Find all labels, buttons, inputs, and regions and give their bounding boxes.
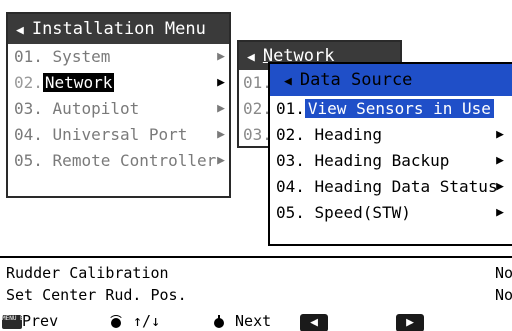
right-triangle-icon: ▶ [217, 49, 225, 64]
item-label: System [52, 47, 111, 66]
set-center-label: Set Center Rud. Pos. [6, 286, 187, 304]
item-number: 04. [14, 125, 43, 144]
menu-item-view-sensors-in-use[interactable]: 01. View Sensors in Use ▶ [270, 96, 512, 122]
data-source-menu-title-label: Data Source [299, 70, 413, 90]
item-label: Autopilot [52, 99, 140, 118]
item-number: 05. [14, 151, 43, 170]
left-triangle-key-icon: ◀ [300, 314, 328, 331]
item-number: 03. [14, 99, 43, 118]
menu-item-heading-backup[interactable]: 03. Heading Backup ▶ [270, 148, 512, 174]
back-triangle-icon[interactable]: ◀ [16, 23, 24, 38]
rotary-knob-icon [108, 314, 124, 329]
right-triangle-icon: ▶ [217, 101, 225, 116]
footer-bar: MENU ESCPrev ↑/↓ Next ◀ ▶ [0, 312, 512, 331]
right-key-hint[interactable]: ▶ [396, 312, 424, 331]
installation-menu-title-label: Installation Menu [31, 19, 206, 39]
set-center-row: Set Center Rud. Pos. No [6, 286, 512, 304]
rudder-calibration-row: Rudder Calibration No [6, 264, 512, 282]
prev-hint[interactable]: MENU ESCPrev [2, 312, 58, 331]
back-triangle-icon[interactable]: ◀ [284, 74, 292, 89]
right-triangle-icon: ▶ [217, 75, 225, 90]
item-number: 05. [276, 203, 305, 222]
right-triangle-key-icon: ▶ [396, 314, 424, 331]
item-number: 02. [14, 73, 43, 92]
item-number: 01. [276, 99, 305, 118]
item-label: Remote Controller [52, 151, 217, 170]
menu-item-universal-port[interactable]: 04. Universal Port ▶ [8, 122, 229, 148]
prev-label: Prev [22, 312, 59, 330]
item-label: Speed(STW) [314, 203, 411, 222]
menu-item-speed-stw[interactable]: 05. Speed(STW) ▶ [270, 200, 512, 226]
right-triangle-icon: ▶ [496, 205, 504, 220]
menu-item-autopilot[interactable]: 03. Autopilot ▶ [8, 96, 229, 122]
menu-item-remote-controller[interactable]: 05. Remote Controller ▶ [8, 148, 229, 174]
item-number: 01. [14, 47, 43, 66]
divider [0, 256, 512, 258]
rudder-calibration-label: Rudder Calibration [6, 264, 169, 282]
installation-menu: ◀ Installation Menu 01. System ▶ 02. Netwo… [6, 12, 231, 198]
next-label: Next [235, 312, 272, 330]
item-label: Universal Port [52, 125, 188, 144]
right-triangle-icon: ▶ [496, 153, 504, 168]
right-triangle-icon: ▶ [496, 127, 504, 142]
data-source-menu-title: ◀ Data Source [270, 64, 512, 96]
set-center-value: No [495, 286, 512, 304]
left-key-hint[interactable]: ◀ [300, 312, 328, 331]
installation-screen: ◀ Installation Menu 01. System ▶ 02. Netwo… [0, 0, 512, 331]
back-triangle-icon[interactable]: ◀ [247, 50, 255, 65]
menu-esc-key-icon: MENU ESC [2, 314, 31, 329]
knob-push-icon [212, 314, 226, 329]
menu-item-heading-data-status[interactable]: 04. Heading Data Status ▶ [270, 174, 512, 200]
right-triangle-icon: ▶ [217, 127, 225, 142]
rudder-calibration-value: No [495, 264, 512, 282]
item-label: Heading Backup [314, 151, 450, 170]
item-number: 03. [276, 151, 305, 170]
item-label: View Sensors in Use [304, 99, 494, 118]
data-source-menu: ◀ Data Source 01. View Sensors in Use ▶ 02… [268, 62, 512, 246]
right-triangle-icon: ▶ [496, 179, 504, 194]
item-label: Network [42, 73, 115, 92]
right-triangle-icon: ▶ [217, 153, 225, 168]
scroll-label: ↑/↓ [133, 312, 161, 330]
right-triangle-icon: ▶ [496, 101, 504, 116]
item-number: 04. [276, 177, 305, 196]
menu-item-network[interactable]: 02. Network ▶ [8, 70, 229, 96]
item-label: Heading Data Status [314, 177, 498, 196]
next-hint[interactable]: Next [212, 312, 271, 331]
menu-item-system[interactable]: 01. System ▶ [8, 44, 229, 70]
scroll-hint: ↑/↓ [108, 312, 160, 331]
installation-menu-title: ◀ Installation Menu [8, 14, 229, 44]
item-number: 02. [276, 125, 305, 144]
item-label: Heading [314, 125, 382, 144]
menu-item-heading[interactable]: 02. Heading ▶ [270, 122, 512, 148]
